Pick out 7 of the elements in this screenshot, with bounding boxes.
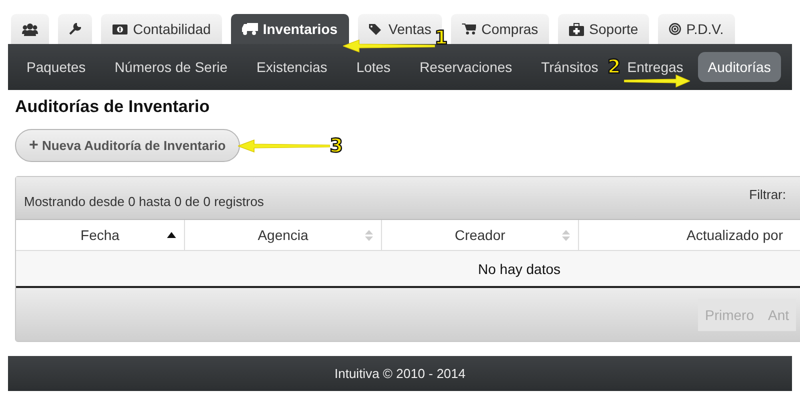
callout-number: 2 xyxy=(608,56,621,78)
callout-number: 3 xyxy=(330,134,343,156)
copyright-text: Intuitiva © 2010 - 2014 xyxy=(334,366,466,381)
empty-table-message: No hay datos xyxy=(478,260,560,276)
filter-label: Filtrar: xyxy=(749,187,786,202)
page-title: Auditorías de Inventario xyxy=(15,97,211,117)
records-info: Mostrando desde 0 hasta 0 de 0 registros xyxy=(24,194,264,211)
